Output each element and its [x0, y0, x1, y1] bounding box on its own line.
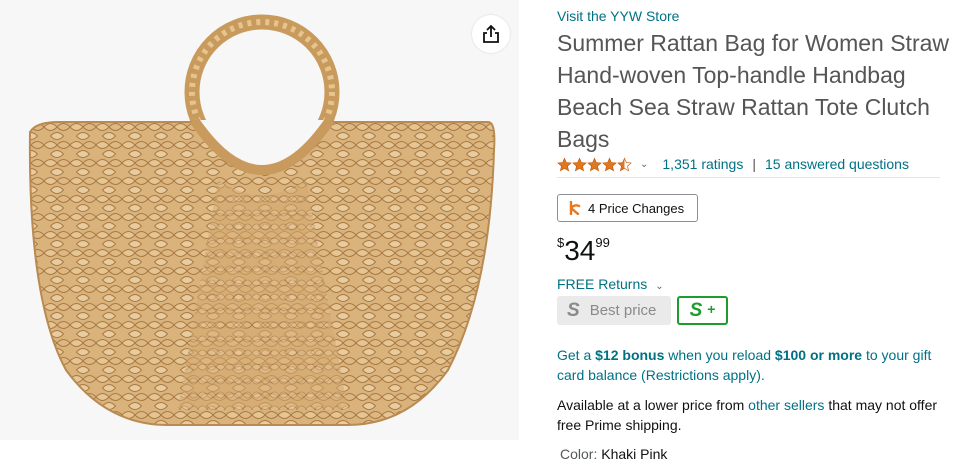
- half-star-icon: [617, 156, 632, 171]
- rating-separator: |: [752, 156, 756, 172]
- bonus-reload-amount: $100 or more: [774, 347, 863, 363]
- best-price-s-logo: S: [567, 299, 580, 321]
- color-value: Khaki Pink: [601, 446, 668, 462]
- star-icon: [572, 156, 587, 171]
- price-fraction: 99: [595, 235, 610, 250]
- answered-questions-link[interactable]: 15 answered questions: [765, 156, 909, 172]
- bonus-amount: $12 bonus: [595, 347, 665, 363]
- product-title: Summer Rattan Bag for Women Straw Hand-w…: [557, 30, 949, 152]
- availability-text: Available at a lower price from other se…: [557, 395, 952, 435]
- price-symbol: $: [557, 235, 565, 250]
- best-price-badge[interactable]: S Best price: [557, 296, 671, 325]
- price: $3499: [557, 235, 610, 267]
- color-label: Color:: [560, 446, 598, 462]
- rating-row: ⌄ 1,351 ratings | 15 answered questions: [557, 154, 909, 174]
- other-sellers-link[interactable]: other sellers: [748, 397, 824, 413]
- s-plus-badge[interactable]: S +: [677, 296, 728, 325]
- availability-text-1: Available at a lower price from: [557, 397, 749, 413]
- product-image-panel[interactable]: [0, 0, 519, 440]
- star-icon: [587, 156, 602, 171]
- price-changes-label: 4 Price Changes: [588, 200, 685, 216]
- product-image[interactable]: [18, 10, 498, 435]
- star-rating[interactable]: [557, 156, 632, 172]
- chevron-down-icon: ⌄: [655, 281, 664, 292]
- ratings-link[interactable]: 1,351 ratings: [662, 156, 743, 172]
- share-button[interactable]: [472, 15, 510, 53]
- price-whole: 34: [564, 235, 596, 266]
- gift-card-bonus-link[interactable]: Get a $12 bonus when you reload $100 or …: [557, 345, 952, 385]
- store-link[interactable]: Visit the YYW Store: [557, 8, 679, 24]
- bonus-text-2: when you reload: [664, 347, 775, 363]
- plus-icon: +: [707, 300, 716, 317]
- best-price-label: Best price: [589, 302, 657, 319]
- free-returns-link[interactable]: FREE Returns ⌄: [557, 276, 664, 292]
- keepa-icon: [568, 201, 582, 215]
- star-icon: [602, 156, 617, 171]
- star-icon: [557, 156, 572, 171]
- divider: [557, 177, 940, 178]
- chevron-down-icon[interactable]: ⌄: [640, 159, 648, 170]
- share-icon: [483, 24, 499, 43]
- free-returns-label: FREE Returns: [557, 276, 648, 292]
- price-changes-button[interactable]: 4 Price Changes: [557, 194, 698, 222]
- s-plus-logo: S: [689, 299, 703, 321]
- bonus-text-1: Get a: [557, 347, 596, 363]
- color-row: Color: Khaki Pink: [560, 446, 667, 462]
